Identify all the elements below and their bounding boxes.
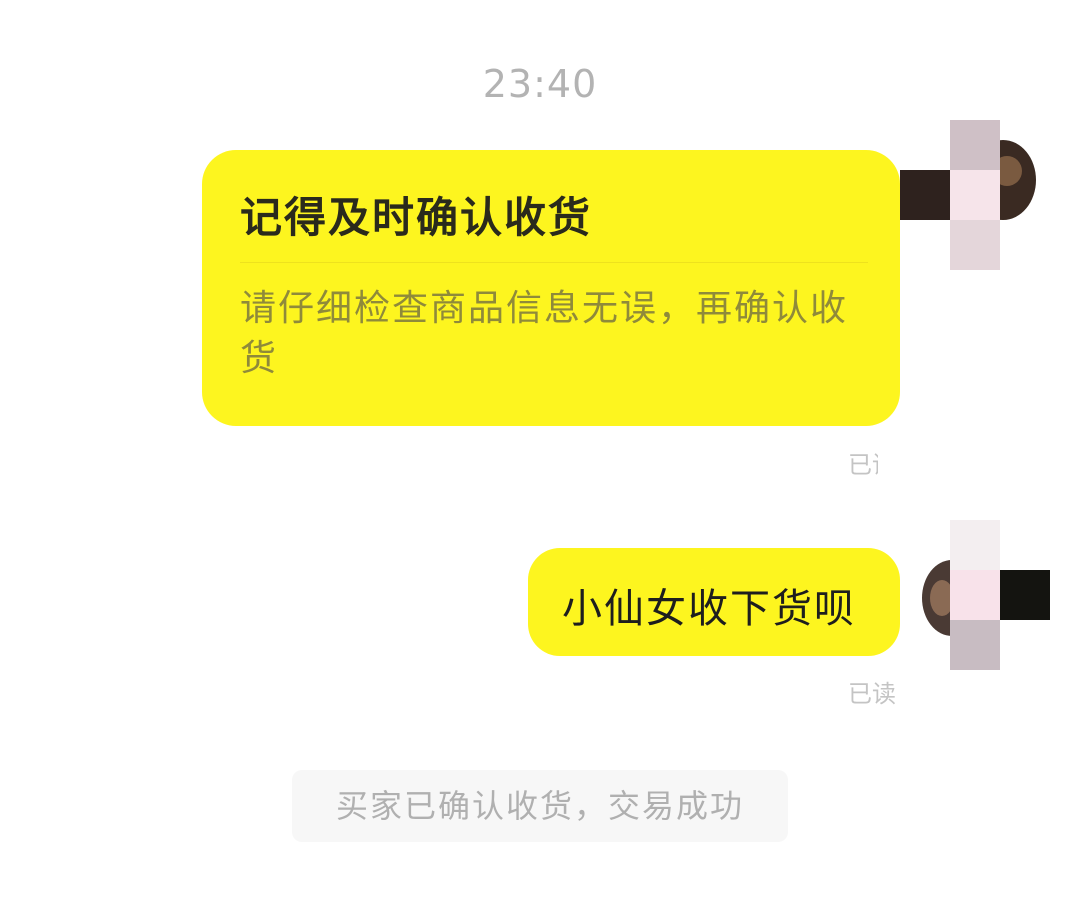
text-message-bubble[interactable]: 小仙女收下货呗 bbox=[528, 548, 900, 656]
card-title: 记得及时确认收货 bbox=[240, 193, 593, 242]
confirm-receipt-card-bubble[interactable]: 记得及时确认收货 请仔细检查商品信息无误，再确认收货 bbox=[202, 150, 900, 426]
read-status-label: 已读 bbox=[848, 680, 896, 708]
avatar-pixel bbox=[950, 570, 1000, 620]
avatar-pixel bbox=[950, 170, 1000, 220]
message-timestamp: 23:40 bbox=[482, 62, 598, 106]
card-body: 请仔细检查商品信息无误，再确认收货 bbox=[240, 288, 849, 379]
read-status-label: 已读 bbox=[848, 451, 878, 479]
avatar-pixel bbox=[950, 520, 1000, 570]
message-text: 小仙女收下货呗 bbox=[562, 586, 856, 632]
sender-avatar[interactable] bbox=[900, 520, 1050, 670]
sender-avatar[interactable] bbox=[900, 120, 1050, 270]
system-notice: 买家已确认收货，交易成功 bbox=[292, 770, 788, 842]
avatar-pixel bbox=[950, 620, 1000, 670]
avatar-pixel bbox=[900, 170, 950, 220]
avatar-pixel bbox=[1000, 570, 1050, 620]
card-divider bbox=[240, 262, 868, 263]
avatar-pixel bbox=[950, 120, 1000, 170]
avatar-pixel bbox=[950, 220, 1000, 270]
